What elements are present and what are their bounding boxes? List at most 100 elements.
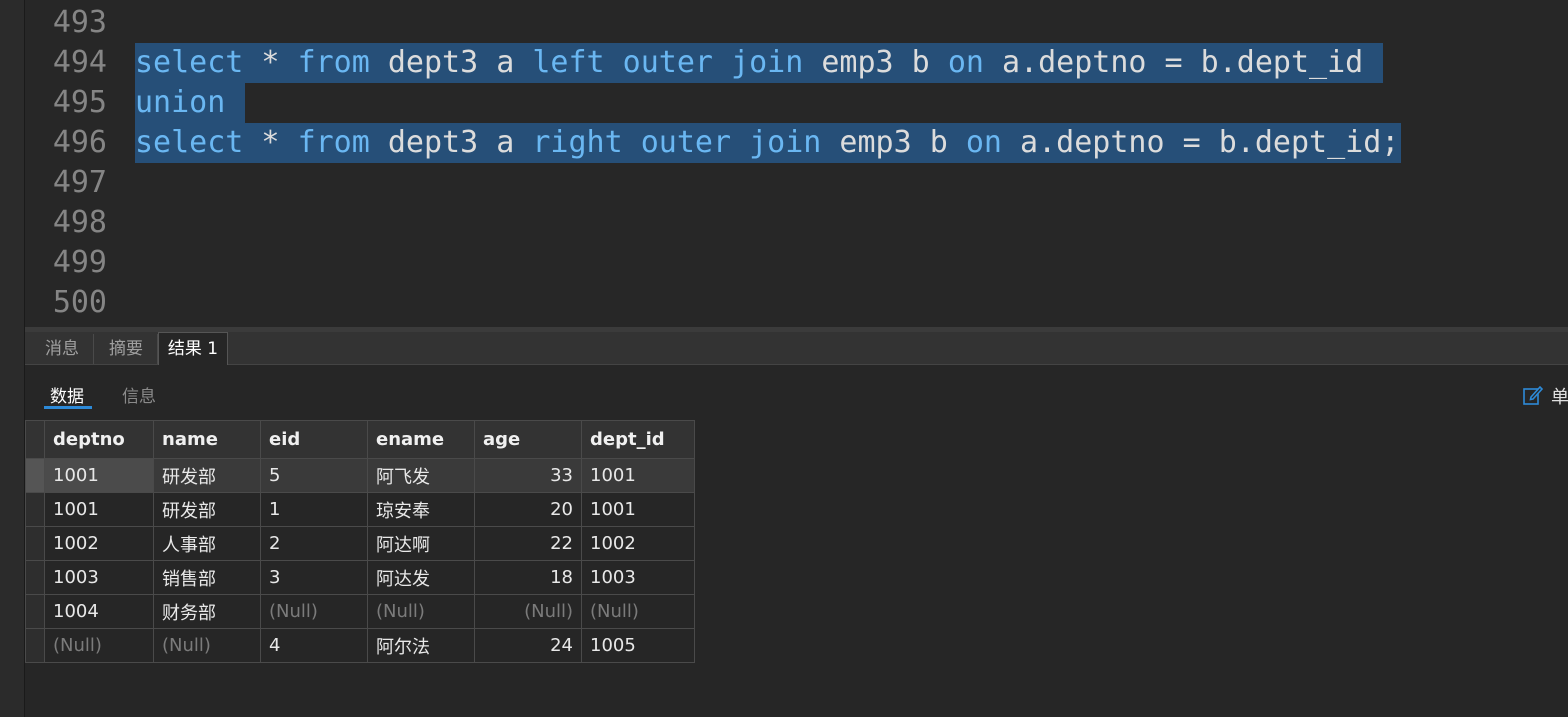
cell-age[interactable]: 33 (474, 458, 582, 493)
result-tabbar: 消息 摘要 结果 1 (25, 332, 1568, 366)
cell-name[interactable]: (Null) (153, 628, 261, 663)
cell-eid[interactable]: 1 (260, 492, 368, 527)
cell-dept-id[interactable]: (Null) (581, 594, 695, 629)
row-selector-header[interactable] (25, 420, 45, 459)
sql-text: a.deptno = b.dept_id (983, 45, 1382, 80)
code-text[interactable]: select * from dept3 a left outer join em… (135, 43, 1384, 83)
col-header-eid[interactable]: eid (260, 420, 368, 459)
table-row[interactable]: 1003 销售部 3 阿达发 18 1003 (25, 560, 695, 595)
cell-ename[interactable]: 阿达啊 (367, 526, 475, 561)
sql-text: * (243, 45, 298, 80)
row-selector[interactable] (25, 628, 45, 663)
cell-name[interactable]: 研发部 (153, 492, 261, 527)
cell-deptno[interactable]: 1004 (44, 594, 154, 629)
cell-age[interactable]: 22 (474, 526, 582, 561)
row-selector[interactable] (25, 560, 45, 595)
cell-deptno[interactable]: (Null) (44, 628, 154, 663)
left-gutter-strip (0, 0, 25, 717)
sql-text: dept3 a (369, 45, 533, 80)
sql-keyword: from (297, 45, 370, 80)
result-grid[interactable]: deptno name eid ename age dept_id 1001 研发… (25, 420, 695, 663)
code-line[interactable]: 494 select * from dept3 a left outer join… (25, 43, 1568, 83)
table-row[interactable]: 1001 研发部 1 琼安奉 20 1001 (25, 492, 695, 527)
cell-name[interactable]: 销售部 (153, 560, 261, 595)
sql-text: a.deptno = b.dept_id; (1001, 125, 1400, 160)
results-panel: 数据 信息 单 deptno name eid ename age dept_i… (25, 365, 1568, 717)
col-header-age[interactable]: age (474, 420, 582, 459)
sql-keyword: select (135, 125, 244, 160)
sql-keyword: right outer join (532, 125, 822, 160)
sql-keyword: union (135, 85, 226, 120)
col-header-deptno[interactable]: deptno (44, 420, 154, 459)
cell-eid[interactable]: 2 (260, 526, 368, 561)
cell-dept-id[interactable]: 1001 (581, 492, 695, 527)
code-line[interactable]: 496 select * from dept3 a right outer joi… (25, 123, 1568, 163)
cell-deptno[interactable]: 1001 (44, 492, 154, 527)
cell-ename[interactable]: 阿飞发 (367, 458, 475, 493)
line-number: 500 (52, 285, 107, 320)
tab-summary[interactable]: 摘要 (95, 334, 158, 364)
col-header-dept-id[interactable]: dept_id (581, 420, 695, 459)
cell-eid[interactable]: (Null) (260, 594, 368, 629)
sql-text: emp3 b (821, 125, 966, 160)
row-selector[interactable] (25, 492, 45, 527)
cell-eid[interactable]: 5 (260, 458, 368, 493)
cell-dept-id[interactable]: 1002 (581, 526, 695, 561)
line-number: 495 (52, 85, 107, 120)
cell-age[interactable]: 18 (474, 560, 582, 595)
sql-keyword: select (135, 45, 244, 80)
sql-editor[interactable]: 493 494 select * from dept3 a left outer j… (25, 0, 1568, 327)
code-line[interactable]: 493 (25, 3, 1568, 43)
cell-age[interactable]: 24 (474, 628, 582, 663)
sql-keyword: left outer join (532, 45, 804, 80)
cell-age[interactable]: 20 (474, 492, 582, 527)
cell-deptno[interactable]: 1001 (44, 458, 154, 493)
cell-name[interactable]: 研发部 (153, 458, 261, 493)
code-line[interactable]: 499 (25, 243, 1568, 283)
code-line[interactable]: 497 (25, 163, 1568, 203)
code-line[interactable]: 498 (25, 203, 1568, 243)
sql-keyword: from (297, 125, 370, 160)
sql-text: dept3 a (369, 125, 533, 160)
subtab-data[interactable]: 数据 (50, 382, 84, 407)
cell-dept-id[interactable]: 1003 (581, 560, 695, 595)
line-number: 496 (52, 125, 107, 160)
row-selector[interactable] (25, 594, 45, 629)
grid-header-row: deptno name eid ename age dept_id (25, 420, 695, 459)
code-text[interactable]: union (135, 83, 246, 123)
cell-ename[interactable]: 阿达发 (367, 560, 475, 595)
row-selector[interactable] (25, 526, 45, 561)
cell-name[interactable]: 财务部 (153, 594, 261, 629)
edit-icon[interactable] (1522, 384, 1544, 406)
tab-messages[interactable]: 消息 (31, 334, 94, 364)
table-row[interactable]: 1002 人事部 2 阿达啊 22 1002 (25, 526, 695, 561)
cell-ename[interactable]: 阿尔法 (367, 628, 475, 663)
cell-eid[interactable]: 3 (260, 560, 368, 595)
code-text[interactable]: select * from dept3 a right outer join e… (135, 123, 1402, 163)
cell-dept-id[interactable]: 1005 (581, 628, 695, 663)
cell-dept-id[interactable]: 1001 (581, 458, 695, 493)
col-header-ename[interactable]: ename (367, 420, 475, 459)
cell-deptno[interactable]: 1002 (44, 526, 154, 561)
subtab-info[interactable]: 信息 (122, 382, 156, 407)
cell-eid[interactable]: 4 (260, 628, 368, 663)
line-number: 497 (52, 165, 107, 200)
row-selector[interactable] (25, 458, 45, 493)
code-line[interactable]: 495 union (25, 83, 1568, 123)
sql-keyword: on (947, 45, 984, 80)
cell-name[interactable]: 人事部 (153, 526, 261, 561)
table-row[interactable]: 1001 研发部 5 阿飞发 33 1001 (25, 458, 695, 493)
line-number: 494 (52, 45, 107, 80)
col-header-name[interactable]: name (153, 420, 261, 459)
cell-deptno[interactable]: 1003 (44, 560, 154, 595)
tab-result-1[interactable]: 结果 1 (158, 332, 228, 366)
edit-label[interactable]: 单 (1551, 383, 1568, 409)
table-row[interactable]: 1004 财务部 (Null) (Null) (Null) (Null) (25, 594, 695, 629)
code-line[interactable]: 500 (25, 283, 1568, 323)
cell-ename[interactable]: 琼安奉 (367, 492, 475, 527)
table-row[interactable]: (Null) (Null) 4 阿尔法 24 1005 (25, 628, 695, 663)
sql-keyword: on (965, 125, 1002, 160)
cell-age[interactable]: (Null) (474, 594, 582, 629)
cell-ename[interactable]: (Null) (367, 594, 475, 629)
